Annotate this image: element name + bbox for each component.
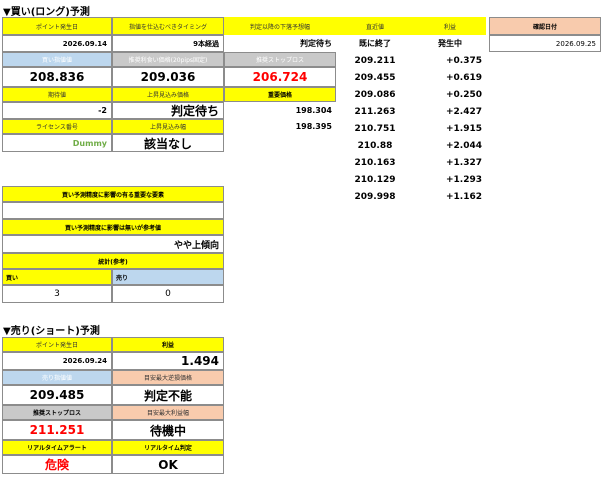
profit-value: +2.427 [445,106,482,117]
short-point-date-value: 2026.09.24 [2,352,112,370]
check-date-label: 確認日付 [489,17,601,35]
important-price-label: 重要価格 [224,87,336,102]
influence-label: 買い予測精度に影響の有る重要な要素 [2,186,224,202]
important-price-2: 198.395 [295,122,332,131]
point-date-label: ポイント発生日 [2,17,112,35]
stats-sell-label: 売り [112,269,224,285]
influence-value [2,202,224,219]
recent-value: 209.086 [354,89,396,100]
price-up-label: 上昇見込み価格 [112,87,224,102]
recent-value: 209.211 [354,55,396,66]
timing-label: 指値を仕込むべきタイミング [112,17,224,35]
period-value: -2 [2,102,112,119]
trend-label: 買い予測精度に影響は無いが参考値 [2,219,224,235]
recommended-price-value: 209.036 [112,67,224,87]
check-date-value: 2026.09.25 [489,35,601,52]
price-up-range-label: 上昇見込み幅 [112,119,224,134]
realtime-label: リアルタイム判定 [112,440,224,455]
stats-sell-count: 0 [112,285,224,303]
recent-value: 209.455 [354,72,396,83]
recent-value: 210.163 [354,157,396,168]
stats-buy-count: 3 [2,285,112,303]
alert-value: 危険 [2,455,112,474]
license-value: Dummy [2,134,112,152]
sell-price-value: 209.485 [2,385,112,405]
price-up-range-value: 該当なし [112,134,224,152]
profit-value: +2.044 [445,140,482,151]
realtime-value: OK [112,455,224,474]
stats-buy-label: 買い [2,269,112,285]
stats-label: 統計(参考) [2,253,224,269]
profit-value: +0.375 [445,55,482,66]
stoploss-value: 206.724 [224,67,336,87]
short-profit-value: 1.494 [112,352,224,370]
recent-value: 210.751 [354,123,396,134]
status-value: 既に終了 [359,39,391,48]
profit-value: +1.162 [445,191,482,202]
buy-price-value: 208.836 [2,67,112,87]
alert-label: リアルタイムアラート [2,440,112,455]
profit-value: +1.293 [445,174,482,185]
profit-value: +0.250 [445,89,482,100]
profit-label: 利益 [414,17,486,35]
short-point-date-label: ポイント発生日 [2,337,112,352]
period-label: 期待値 [2,87,112,102]
drop-range-label: 判定以降の下落予想幅 [224,17,336,35]
judgment-value: 判定待ち [300,39,332,48]
timing-value: 9本経過 [112,35,224,52]
max-reversal-label: 目安最大逆損価格 [112,370,224,385]
price-up-value: 判定待ち [112,102,224,119]
point-date-value: 2026.09.14 [2,35,112,52]
sell-price-label: 売り指値値 [2,370,112,385]
profit-value: +1.327 [445,157,482,168]
short-profit-label: 利益 [112,337,224,352]
trend-value: やや上傾向 [2,235,224,253]
recent-value: 210.88 [357,140,393,151]
max-profit-label: 目安最大利益幅 [112,405,224,420]
profit-value: +0.619 [445,72,482,83]
short-stoploss-value: 211.251 [2,420,112,440]
license-label: ライセンス番号 [2,119,112,134]
profit-value: +1.915 [445,123,482,134]
short-stoploss-label: 推奨ストップロス [2,405,112,420]
max-reversal-value: 判定不能 [112,385,224,405]
buy-price-label: 買い指値値 [2,52,112,67]
recent-value: 209.998 [354,191,396,202]
stoploss-label: 推奨ストップロス [224,52,336,67]
recent-value: 211.263 [354,106,396,117]
long-section-title: ▼買い(ロング)予測 [3,7,90,18]
max-profit-value: 待機中 [112,420,224,440]
recommended-price-label: 推奨利食い価格(20pips固定) [112,52,224,67]
important-price-1: 198.304 [295,106,332,115]
recent-value-label: 直近値 [336,17,414,35]
recent-value: 210.129 [354,174,396,185]
short-section-title: ▼売り(ショート)予測 [3,326,100,337]
occurred-value: 発生中 [438,39,462,48]
